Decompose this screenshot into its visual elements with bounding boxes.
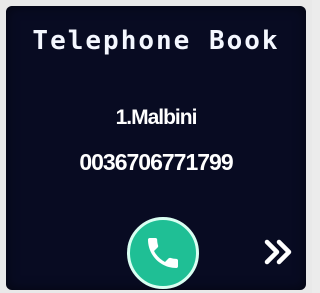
double-chevron-right-icon (264, 239, 292, 265)
page-title: Telephone Book (32, 26, 280, 56)
contact-name: 1.Malbini (115, 106, 198, 129)
next-button[interactable] (257, 232, 301, 272)
call-button[interactable] (127, 217, 199, 289)
device-frame: Telephone Book 1.Malbini 0036706771799 (0, 0, 312, 293)
display-screen: Telephone Book 1.Malbini 0036706771799 (6, 6, 306, 290)
phone-icon (148, 238, 178, 268)
contact-number: 0036706771799 (79, 149, 233, 175)
